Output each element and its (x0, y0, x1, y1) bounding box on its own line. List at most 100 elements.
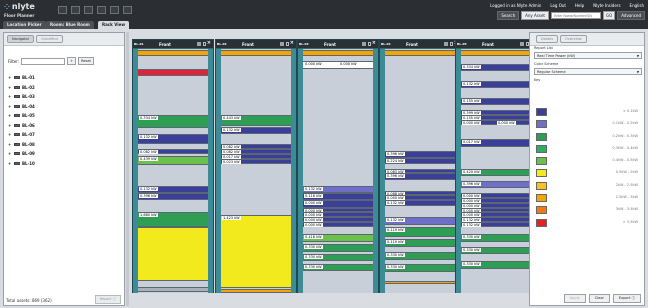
nlyte-logo[interactable]: ⁘ nlyte (4, 2, 35, 11)
maximize-icon[interactable] (203, 42, 206, 46)
settings-icon[interactable] (123, 6, 132, 14)
tree-item[interactable]: + BL-04 (8, 102, 35, 112)
device-slot[interactable]: 0.132 kW (303, 185, 373, 193)
rack-elevation[interactable]: BL-01 Front × 0.334 kW 0.132 kW 0.082 kW 0.439… (132, 39, 214, 293)
device-slot[interactable]: 0.116 kW (303, 192, 373, 201)
expand-icon[interactable]: + (8, 132, 12, 137)
device-slot[interactable]: 0.132 kW (138, 134, 208, 145)
device-slot[interactable] (221, 289, 291, 293)
tree-item[interactable]: + BL-01 (8, 73, 35, 83)
device-slot[interactable] (138, 227, 208, 281)
device-slot[interactable]: 0.330 kW (303, 263, 373, 272)
device-slot[interactable]: 0.000 kW (303, 200, 373, 208)
device-slot[interactable]: 0.119 kW (385, 227, 455, 237)
device-slot[interactable] (385, 280, 455, 285)
expand-icon[interactable]: + (8, 142, 12, 147)
tab-rack-view[interactable]: Rack View (98, 21, 130, 29)
expand-icon[interactable]: + (8, 123, 12, 128)
grid-icon[interactable] (197, 42, 201, 46)
close-icon[interactable]: × (207, 40, 211, 46)
device-slot[interactable]: 0.017 kW (461, 139, 531, 147)
close-icon[interactable]: × (372, 40, 376, 46)
device-slot[interactable]: 0.023 kW (221, 158, 291, 164)
advanced-search-button[interactable]: Advanced (617, 11, 645, 20)
tab-navigator[interactable]: Navigator (7, 35, 35, 43)
device-slot[interactable]: 0.082 kW (138, 149, 208, 155)
device-slot[interactable] (138, 50, 208, 57)
device-slot[interactable]: 0.000 kW (303, 222, 373, 228)
calendar-icon[interactable] (84, 6, 93, 14)
language-link[interactable]: English (630, 3, 644, 8)
device-slot[interactable]: 0.132 kW (461, 80, 531, 89)
expand-icon[interactable]: + (8, 161, 12, 166)
device-slot[interactable] (138, 68, 208, 76)
device-slot[interactable]: 0.132 kW (385, 217, 455, 225)
filter-add-button[interactable]: + (67, 57, 77, 65)
device-slot[interactable]: 0.330 kW (303, 253, 373, 262)
device-slot[interactable]: 0.420 kW (461, 168, 531, 176)
device-slot[interactable] (221, 50, 291, 57)
device-slot[interactable]: 0.334 kW (461, 63, 531, 71)
grid-icon[interactable] (520, 42, 524, 46)
tree-item[interactable]: + BL-07 (8, 130, 35, 140)
folder-icon[interactable] (71, 6, 80, 14)
expand-icon[interactable]: + (8, 75, 12, 80)
tree-item[interactable]: + BL-09 (8, 149, 35, 159)
export-button[interactable]: Export ⓘ (612, 294, 641, 303)
close-icon[interactable]: × (290, 40, 294, 46)
expand-icon[interactable]: + (8, 151, 12, 156)
device-slot[interactable] (138, 286, 208, 292)
insiders-link[interactable]: Nlyte Insiders (593, 3, 620, 8)
expand-icon[interactable]: + (8, 104, 12, 109)
device-slot[interactable]: 1.660 kW (138, 212, 208, 228)
tree-item[interactable]: + BL-06 (8, 121, 35, 131)
report-icon[interactable] (110, 6, 119, 14)
tree-item[interactable]: + BL-08 (8, 140, 35, 150)
tree-item[interactable]: + BL-02 (8, 83, 35, 93)
device-slot[interactable]: 0.439 kW (138, 156, 208, 165)
device-slot[interactable]: 0.132 kW (385, 200, 455, 207)
device-slot[interactable]: 0.418 kW (303, 234, 373, 242)
device-slot[interactable]: 0.330 kW (303, 244, 373, 252)
device-slot[interactable]: 0.224 kW (385, 157, 455, 164)
device-slot[interactable]: 0.000 kW 0.000 kW (303, 61, 373, 69)
device-slot[interactable]: 0.330 kW (461, 246, 531, 254)
filter-input[interactable] (21, 57, 66, 65)
tab-quickfind[interactable]: Quickfind (36, 35, 63, 43)
tab-details[interactable]: Details (536, 35, 559, 43)
device-slot[interactable]: 0.396 kW (461, 180, 531, 189)
tab-location-picker[interactable]: Location Picker (3, 21, 46, 29)
filter-reset-button[interactable]: Reset (78, 57, 94, 65)
grid-icon[interactable] (280, 42, 284, 46)
device-slot[interactable] (461, 50, 531, 57)
maximize-icon[interactable] (368, 42, 371, 46)
device-slot[interactable]: 0.334 kW (138, 114, 208, 129)
asset-type-select[interactable]: Any Asset (521, 11, 549, 20)
tab-overview[interactable]: Overview (560, 35, 587, 43)
clear-button[interactable]: Clear (588, 294, 610, 303)
device-slot[interactable]: 0.443 kW (221, 114, 291, 126)
device-slot[interactable]: 1.423 kW (221, 214, 291, 289)
maximize-icon[interactable] (450, 42, 453, 46)
device-slot[interactable]: 0.132 kW (138, 185, 208, 193)
apply-button[interactable]: Apply (563, 294, 586, 303)
device-slot[interactable]: 0.330 kW (461, 261, 531, 269)
search-input[interactable] (550, 12, 601, 19)
tab-blue-room[interactable]: Room: Blue Room (46, 21, 94, 29)
device-slot[interactable]: 0.132 kW (221, 127, 291, 135)
go-button[interactable]: GO (602, 11, 616, 20)
rack-elevation[interactable]: BL-05Front×0.334 kW0.132 kW0.155 kW0.399… (455, 39, 537, 293)
device-slot[interactable]: 0.000 kW 0.000 kW (461, 119, 531, 125)
chart-icon[interactable] (97, 6, 106, 14)
rack-elevation[interactable]: BL-02 Front × 0.443 kW 0.132 kW 0.082 kW 0.082… (215, 39, 297, 293)
grid-icon[interactable] (444, 42, 448, 46)
help-link[interactable]: Help (575, 3, 584, 8)
expand-icon[interactable]: + (8, 94, 12, 99)
device-slot[interactable]: 0.330 kW (385, 263, 455, 273)
maximize-icon[interactable] (286, 42, 289, 46)
report-button[interactable]: Report ⓘ (94, 295, 121, 304)
device-slot[interactable]: 0.396 kW (385, 173, 455, 180)
device-slot[interactable] (385, 50, 455, 57)
report-list-select[interactable]: Real Time Power (kW) ▼ (534, 52, 642, 59)
device-slot[interactable]: 0.330 kW (461, 234, 531, 242)
